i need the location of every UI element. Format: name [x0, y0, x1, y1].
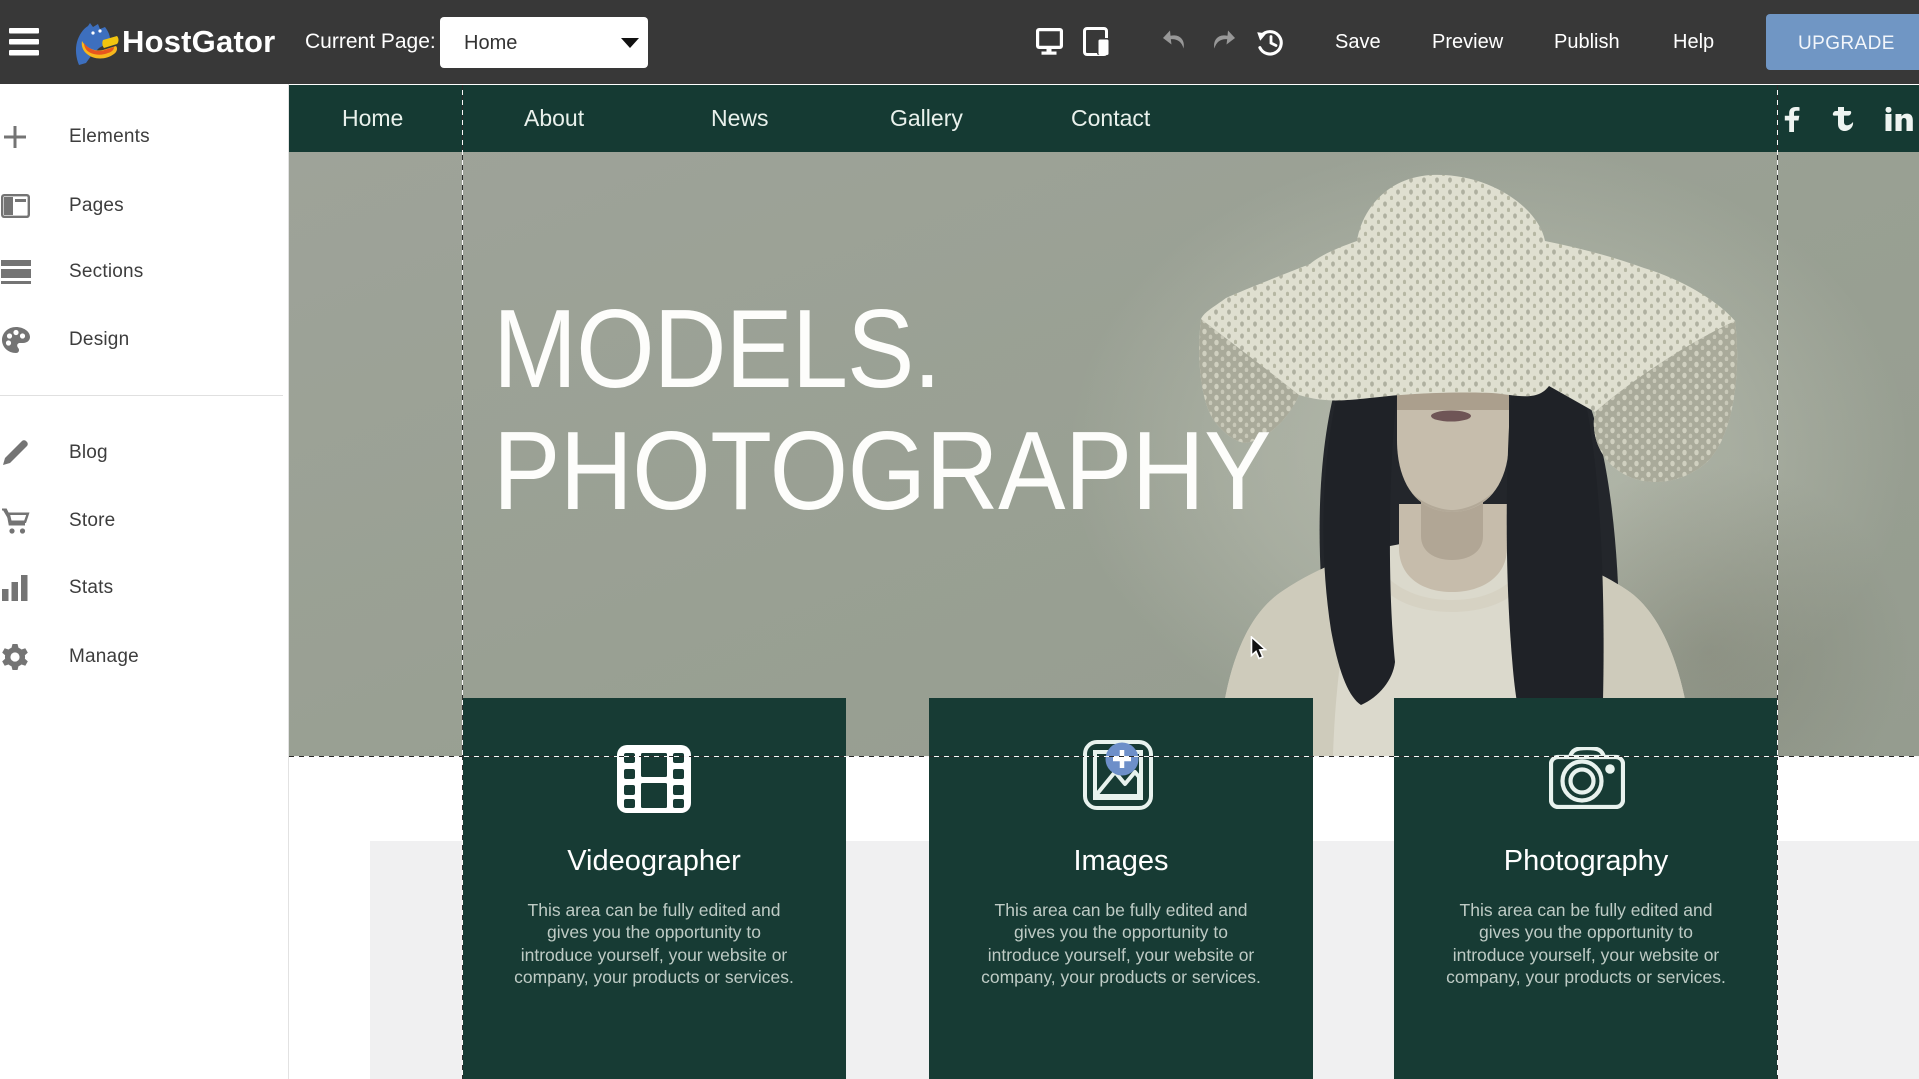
svg-text:PHOTOGRAPHY: PHOTOGRAPHY	[493, 408, 1271, 533]
svg-text:MODELS.: MODELS.	[493, 286, 940, 411]
